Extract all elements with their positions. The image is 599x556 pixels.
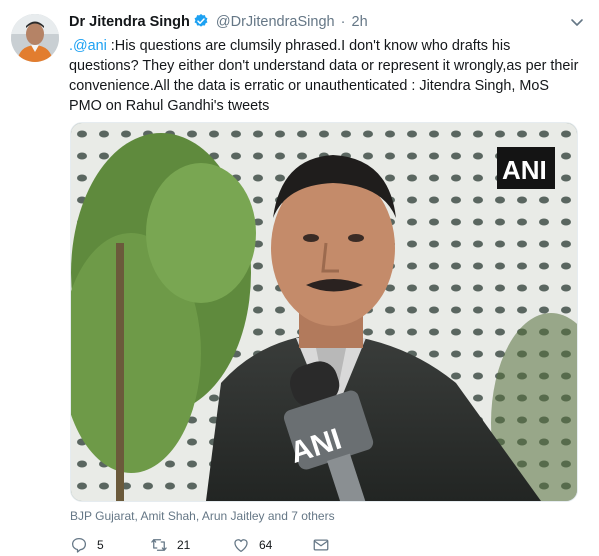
retweet-icon — [151, 539, 167, 551]
tweet-video[interactable]: ANI ANI — [70, 122, 578, 502]
user-handle[interactable]: @DrJitendraSingh — [216, 14, 335, 30]
tweet-text: .@ani :His questions are clumsily phrase… — [69, 36, 579, 116]
reply-count: 5 — [97, 538, 104, 552]
separator-dot: · — [340, 14, 346, 30]
envelope-icon — [313, 539, 329, 551]
tweet-header: Dr Jitendra Singh @DrJitendraSingh · 2h — [69, 12, 368, 32]
like-count: 64 — [259, 538, 273, 552]
display-name[interactable]: Dr Jitendra Singh — [69, 14, 190, 30]
video-watermark: ANI — [502, 155, 547, 185]
verified-badge-icon — [193, 13, 209, 35]
avatar[interactable] — [11, 14, 59, 62]
tweet-body: :His questions are clumsily phrased.I do… — [69, 38, 579, 114]
timestamp[interactable]: 2h — [352, 14, 368, 30]
chevron-down-icon[interactable] — [569, 14, 585, 30]
reply-icon — [71, 537, 87, 553]
tweet-card[interactable]: Dr Jitendra Singh @DrJitendraSingh · 2h … — [0, 0, 599, 553]
retweet-count: 21 — [177, 538, 191, 552]
heart-icon — [234, 539, 248, 553]
tagged-users[interactable]: BJP Gujarat, Amit Shah, Arun Jaitley and… — [70, 509, 335, 523]
mention-link[interactable]: .@ani — [69, 38, 107, 54]
